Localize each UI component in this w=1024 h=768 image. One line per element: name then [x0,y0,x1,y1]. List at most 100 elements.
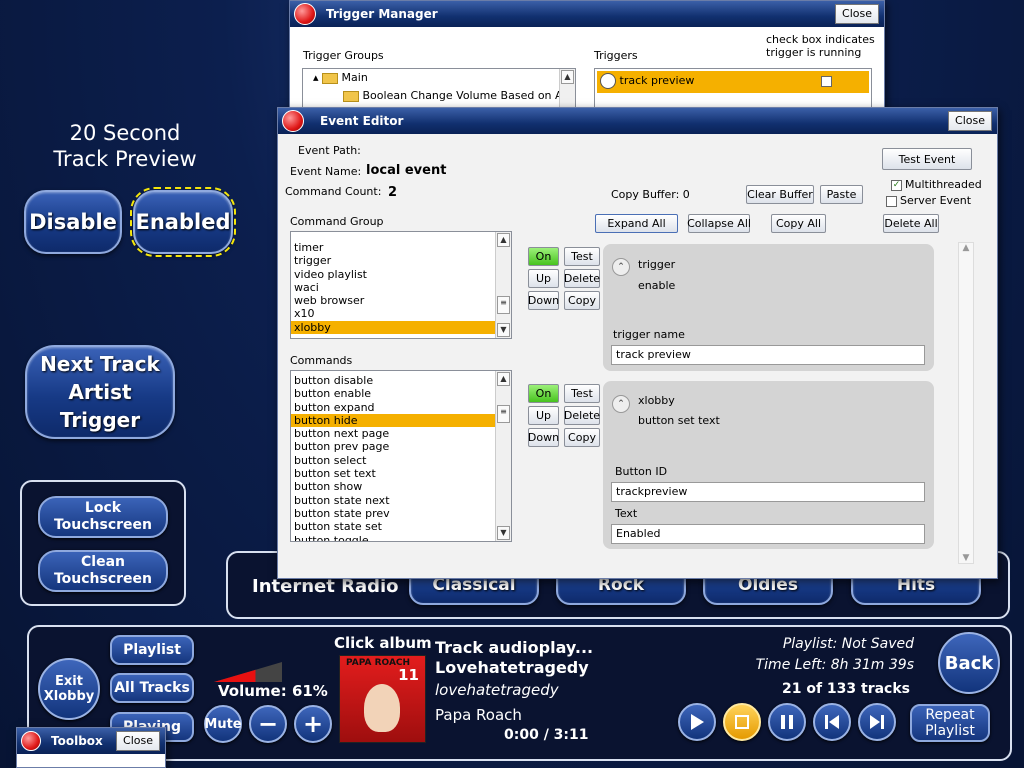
cmd2-delete-button[interactable]: Delete [564,406,600,425]
command-item[interactable]: button hide [291,413,511,428]
toolbox-titlebar[interactable]: Toolbox Close [17,728,165,754]
trigger-groups-scrollbar[interactable]: ▲ [559,69,575,107]
command-group-item[interactable]: xlobby [291,320,511,335]
event-editor-titlebar[interactable]: Event Editor Close [278,108,997,134]
previous-button[interactable] [813,703,851,741]
command-group-item[interactable]: web browser [291,294,511,307]
trigger-manager-title: Trigger Manager [326,7,438,21]
clean-touchscreen-button[interactable]: Clean Touchscreen [38,550,168,592]
command-item[interactable]: button toggle [291,534,511,541]
event-path-label: Event Path: [298,144,361,157]
commands-scrollbar[interactable]: ▲ ≡ ▼ [495,371,511,541]
pause-button[interactable] [768,703,806,741]
cmd2-down-button[interactable]: Down [528,428,559,447]
event-editor-scrollbar[interactable]: ▲ ▼ [958,242,974,564]
command-item[interactable]: button prev page [291,440,511,453]
volume-up-button[interactable]: + [294,705,332,743]
cmd1-delete-button[interactable]: Delete [564,269,600,288]
play-button[interactable] [678,703,716,741]
cmd1-down-button[interactable]: Down [528,291,559,310]
playlist-button[interactable]: Playlist [110,635,194,665]
cmd2-copy-button[interactable]: Copy [564,428,600,447]
tree-item-boolean[interactable]: Boolean Change Volume Based on Artis [303,87,575,105]
cmd1-copy-button[interactable]: Copy [564,291,600,310]
command-item[interactable]: button next page [291,427,511,440]
cmd2-plugin: xlobby [638,394,675,407]
trigger-groups-tree[interactable]: ▴ Main Boolean Change Volume Based on Ar… [302,68,576,108]
back-button[interactable]: Back [938,632,1000,694]
trigger-item-track-preview[interactable]: track preview [597,71,869,93]
cmd1-collapse-icon[interactable]: ⌃ [612,258,630,276]
track-title: Track audioplay... [435,638,594,657]
clear-buffer-button[interactable]: Clear Buffer [746,185,814,204]
command-item[interactable]: button state next [291,494,511,507]
command-item[interactable]: button enable [291,387,511,400]
command-item[interactable]: button select [291,454,511,467]
cmd1-test-button[interactable]: Test [564,247,600,266]
cmd2-test-button[interactable]: Test [564,384,600,403]
trigger-manager-red-icon [294,3,316,25]
event-editor-window: Event Editor Close Event Path: Event Nam… [277,107,998,579]
command-item[interactable]: button disable [291,374,511,387]
scroll-up-icon[interactable]: ▲ [959,243,973,253]
genre-internet-radio[interactable]: Internet Radio [252,576,399,597]
commands-list[interactable]: button disable button enable button expand… [290,370,512,542]
event-editor-close-button[interactable]: Close [948,111,992,131]
command-group-item[interactable]: timer [291,241,511,254]
command-item[interactable]: button show [291,480,511,493]
lock-touchscreen-button[interactable]: Lock Touchscreen [38,496,168,538]
command-group-scrollbar[interactable]: ▲ ≡ ▼ [495,232,511,338]
event-name-label: Event Name: [290,165,362,178]
copy-all-button[interactable]: Copy All [771,214,826,233]
cmd2-field1-input[interactable]: trackpreview [611,482,925,502]
command-group-item[interactable]: x10 [291,307,511,320]
server-event-option[interactable]: Server Event [886,194,971,207]
mute-button[interactable]: Mute [204,705,242,743]
cmd1-field1-input[interactable]: track preview [611,345,925,365]
cmd2-collapse-icon[interactable]: ⌃ [612,395,630,413]
trigger-groups-label: Trigger Groups [303,49,384,62]
command-item[interactable]: button set text [291,467,511,480]
track-time: 0:00 / 3:11 [504,727,589,743]
cmd1-field1-label: trigger name [613,328,685,341]
test-event-button[interactable]: Test Event [882,148,972,170]
enabled-button[interactable]: Enabled [130,187,236,257]
paste-button[interactable]: Paste [820,185,863,204]
stop-button[interactable] [723,703,761,741]
expand-all-button[interactable]: Expand All [595,214,678,233]
cmd1-up-button[interactable]: Up [528,269,559,288]
repeat-playlist-button[interactable]: Repeat Playlist [910,704,990,742]
cmd1-on-button[interactable]: On [528,247,559,266]
album-art[interactable]: PAPA ROACH 11 [339,655,426,743]
command-group-item[interactable]: waci [291,281,511,294]
command-item[interactable]: button state prev [291,507,511,520]
volume-down-button[interactable]: − [249,705,287,743]
toolbox-close-button[interactable]: Close [116,731,160,751]
multithreaded-checkbox[interactable]: ✓ [891,179,902,191]
command-group-list[interactable]: timer trigger video playlist waci web browse… [290,231,512,339]
next-track-artist-trigger-button[interactable]: Next Track Artist Trigger [25,345,175,439]
trigger-manager-titlebar[interactable]: Trigger Manager Close [290,1,884,27]
collapse-all-button[interactable]: Collapse All [687,214,751,233]
folder-icon [322,72,339,84]
exit-xlobby-button[interactable]: Exit Xlobby [38,658,100,720]
all-tracks-button[interactable]: All Tracks [110,673,194,703]
command-item[interactable]: button expand [291,401,511,414]
cmd2-up-button[interactable]: Up [528,406,559,425]
command-group-item[interactable]: trigger [291,254,511,267]
command-group-item[interactable]: video playlist [291,268,511,281]
cmd2-field2-input[interactable]: Enabled [611,524,925,544]
tree-item-main[interactable]: ▴ Main [303,69,575,87]
next-button[interactable] [858,703,896,741]
trigger-manager-close-button[interactable]: Close [835,4,879,24]
cmd2-on-button[interactable]: On [528,384,559,403]
triggers-list[interactable]: track preview [594,68,872,108]
scroll-down-icon[interactable]: ▼ [959,553,973,563]
stop-icon [735,715,749,729]
command-item[interactable]: button state set [291,520,511,533]
trigger-running-checkbox[interactable] [821,76,832,87]
disable-button[interactable]: Disable [24,190,122,254]
multithreaded-option[interactable]: ✓ Multithreaded [891,178,982,191]
delete-all-button[interactable]: Delete All [883,214,939,233]
server-event-checkbox[interactable] [886,195,897,207]
